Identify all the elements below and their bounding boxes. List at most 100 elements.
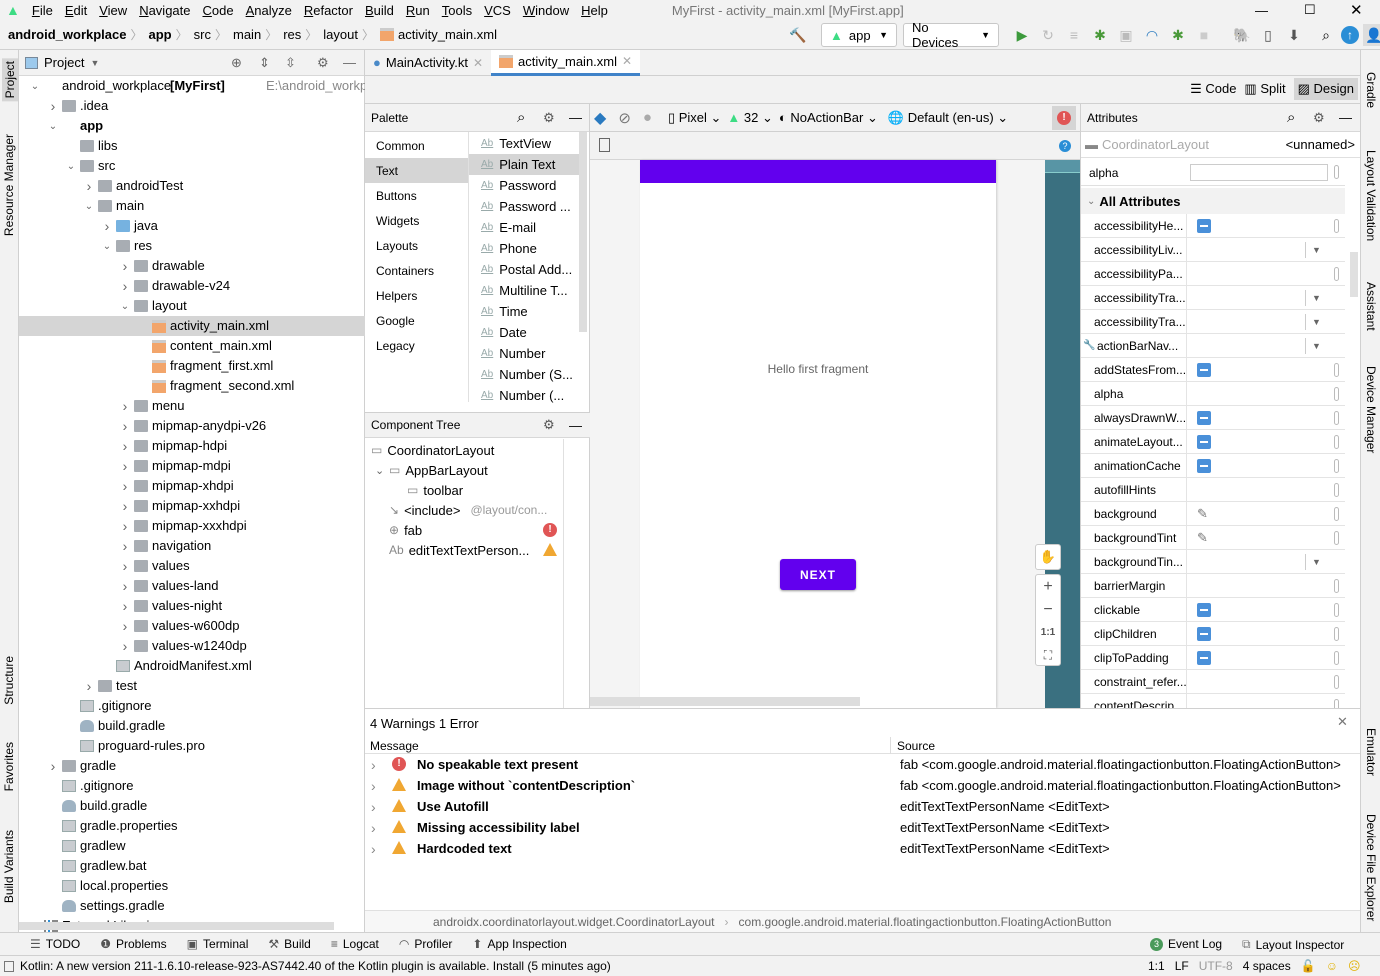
search-icon[interactable]: ⌕ [1287, 109, 1295, 126]
tree-item-java[interactable]: › java [19, 216, 365, 236]
close-tab-icon[interactable]: ✕ [473, 56, 483, 70]
tree-item-idea[interactable]: › .idea [19, 96, 365, 116]
tree-item-build-gradle[interactable]: build.gradle [19, 716, 365, 736]
chevron-right-icon[interactable]: › [48, 98, 58, 114]
expand-all-icon[interactable]: ⇕ [259, 55, 270, 71]
tool-window-emulator[interactable]: Emulator [1364, 728, 1378, 776]
account-icon[interactable]: 👤 [1363, 24, 1380, 46]
tree-item-mipmap-mdpi[interactable]: › mipmap-mdpi [19, 456, 365, 476]
attribute-reference-button[interactable] [1334, 363, 1339, 377]
tree-item-values-land[interactable]: › values-land [19, 576, 365, 596]
night-mode-icon[interactable]: ● [643, 109, 652, 126]
chevron-right-icon[interactable]: › [84, 678, 94, 694]
build-hammer-icon[interactable]: 🔨 [787, 24, 809, 46]
palette-category-text[interactable]: Text [365, 158, 468, 183]
attribute-reference-button[interactable] [1334, 699, 1339, 708]
menu-analyze[interactable]: Analyze [246, 3, 292, 18]
chevron-right-icon[interactable]: › [120, 258, 130, 274]
tree-item-mipmap-hdpi[interactable]: › mipmap-hdpi [19, 436, 365, 456]
theme-select[interactable]: ◐ NoActionBar ⌄ [779, 110, 878, 126]
hide-panel-icon[interactable]: — [1339, 110, 1352, 125]
zoom-out-button[interactable]: − [1036, 598, 1060, 621]
chevron-right-icon[interactable]: › [371, 757, 376, 773]
dropdown-arrow-icon[interactable]: ▼ [1305, 554, 1327, 570]
tree-item-mipmap-xxhdpi[interactable]: › mipmap-xxhdpi [19, 496, 365, 516]
locale-select[interactable]: 🌐 Default (en-us) ⌄ [888, 110, 1008, 126]
source-column-header[interactable]: Source [897, 739, 935, 753]
tree-item-proguard-rules-pro[interactable]: proguard-rules.pro [19, 736, 365, 756]
palette-item-phone[interactable]: Ab Phone [469, 238, 585, 259]
tool-window-structure[interactable]: Structure [2, 656, 16, 705]
flag-toggle[interactable] [1197, 410, 1211, 425]
menu-run[interactable]: Run [406, 3, 430, 18]
palette-category-helpers[interactable]: Helpers [365, 283, 468, 308]
color-picker-icon[interactable]: ✎ [1197, 506, 1208, 522]
zoom-actual-button[interactable]: 1:1 [1036, 621, 1060, 644]
menu-build[interactable]: Build [365, 3, 394, 18]
breadcrumb-android-workplace[interactable]: android_workplace [8, 27, 126, 42]
tree-item-navigation[interactable]: › navigation [19, 536, 365, 556]
settings-gear-icon[interactable]: ⚙ [1313, 110, 1325, 126]
breadcrumb-app[interactable]: app [149, 27, 172, 42]
palette-item-date[interactable]: Ab Date [469, 322, 585, 343]
tree-item-build-gradle[interactable]: build.gradle [19, 796, 365, 816]
api-level-select[interactable]: ▲ 32 ⌄ [727, 110, 772, 126]
update-icon[interactable]: ↑ [1341, 26, 1359, 44]
design-mode-button[interactable]: ▨ Design [1293, 78, 1358, 100]
apply-code-changes-icon[interactable]: ≡ [1063, 24, 1085, 46]
tree-item-settings-gradle[interactable]: settings.gradle [19, 896, 365, 916]
attribute-reference-button[interactable] [1334, 507, 1339, 521]
dropdown-arrow-icon[interactable]: ▼ [1305, 314, 1327, 330]
tree-item-androidtest[interactable]: › androidTest [19, 176, 365, 196]
run-config-select[interactable]: ▲ app ▼ [821, 23, 897, 47]
palette-item-plain-text[interactable]: Ab Plain Text [469, 154, 585, 175]
chevron-down-icon[interactable]: ⌄ [66, 161, 76, 172]
menu-file[interactable]: File [32, 3, 53, 18]
tool-window-resource-manager[interactable]: Resource Manager [2, 134, 16, 236]
chevron-right-icon[interactable]: › [120, 278, 130, 294]
locate-icon[interactable]: ⊕ [231, 55, 242, 71]
settings-gear-icon[interactable]: ⚙ [317, 55, 329, 71]
select-frame-icon[interactable] [599, 138, 610, 152]
component-coordinatorlayout[interactable]: ▭ CoordinatorLayout [371, 440, 561, 460]
flag-toggle[interactable] [1197, 626, 1211, 641]
run-icon[interactable]: ▶ [1011, 24, 1033, 46]
chevron-right-icon[interactable]: › [84, 178, 94, 194]
chevron-right-icon[interactable]: › [120, 598, 130, 614]
file-encoding[interactable]: UTF-8 [1199, 959, 1233, 973]
hide-panel-icon[interactable]: — [343, 55, 356, 70]
palette-category-google[interactable]: Google [365, 308, 468, 333]
chevron-right-icon[interactable]: › [120, 418, 130, 434]
tree-item-values-night[interactable]: › values-night [19, 596, 365, 616]
pan-button[interactable]: ✋ [1035, 544, 1061, 570]
alpha-input[interactable] [1190, 164, 1328, 181]
component-fab[interactable]: ⊕ fab! [389, 520, 561, 540]
menu-refactor[interactable]: Refactor [304, 3, 353, 18]
attribute-reference-button[interactable] [1334, 411, 1339, 425]
palette-scrollbar[interactable] [579, 132, 587, 332]
breadcrumb-item[interactable]: com.google.android.material.floatingacti… [739, 915, 1112, 929]
dropdown-arrow-icon[interactable]: ▼ [1305, 338, 1327, 354]
tree-item-gradlew[interactable]: gradlew [19, 836, 365, 856]
menu-window[interactable]: Window [523, 3, 569, 18]
tree-item-main[interactable]: ⌄ main [19, 196, 365, 216]
status-message[interactable]: Kotlin: A new version 211-1.6.10-release… [20, 959, 611, 973]
stop-icon[interactable]: ■ [1193, 24, 1215, 46]
tree-item-src[interactable]: ⌄ src [19, 156, 365, 176]
split-mode-button[interactable]: ▥ Split [1244, 81, 1285, 97]
tree-item-gitignore[interactable]: .gitignore [19, 696, 365, 716]
tree-item-libs[interactable]: libs [19, 136, 365, 156]
chevron-right-icon[interactable]: › [102, 218, 112, 234]
menu-vcs[interactable]: VCS [484, 3, 511, 18]
tool-window-gradle[interactable]: Gradle [1364, 72, 1378, 108]
collapse-all-icon[interactable]: ⇳ [285, 55, 296, 71]
close-panel-icon[interactable]: ✕ [1337, 714, 1348, 730]
palette-item-password[interactable]: Ab Password [469, 175, 585, 196]
menu-help[interactable]: Help [581, 3, 608, 18]
palette-item-number[interactable]: Ab Number (... [469, 385, 585, 406]
tree-item-values-w1240dp[interactable]: › values-w1240dp [19, 636, 365, 656]
tree-item-mipmap-xhdpi[interactable]: › mipmap-xhdpi [19, 476, 365, 496]
chevron-right-icon[interactable]: › [120, 458, 130, 474]
palette-item-password[interactable]: Ab Password ... [469, 196, 585, 217]
component-toolbar[interactable]: ▭ toolbar [407, 480, 561, 500]
